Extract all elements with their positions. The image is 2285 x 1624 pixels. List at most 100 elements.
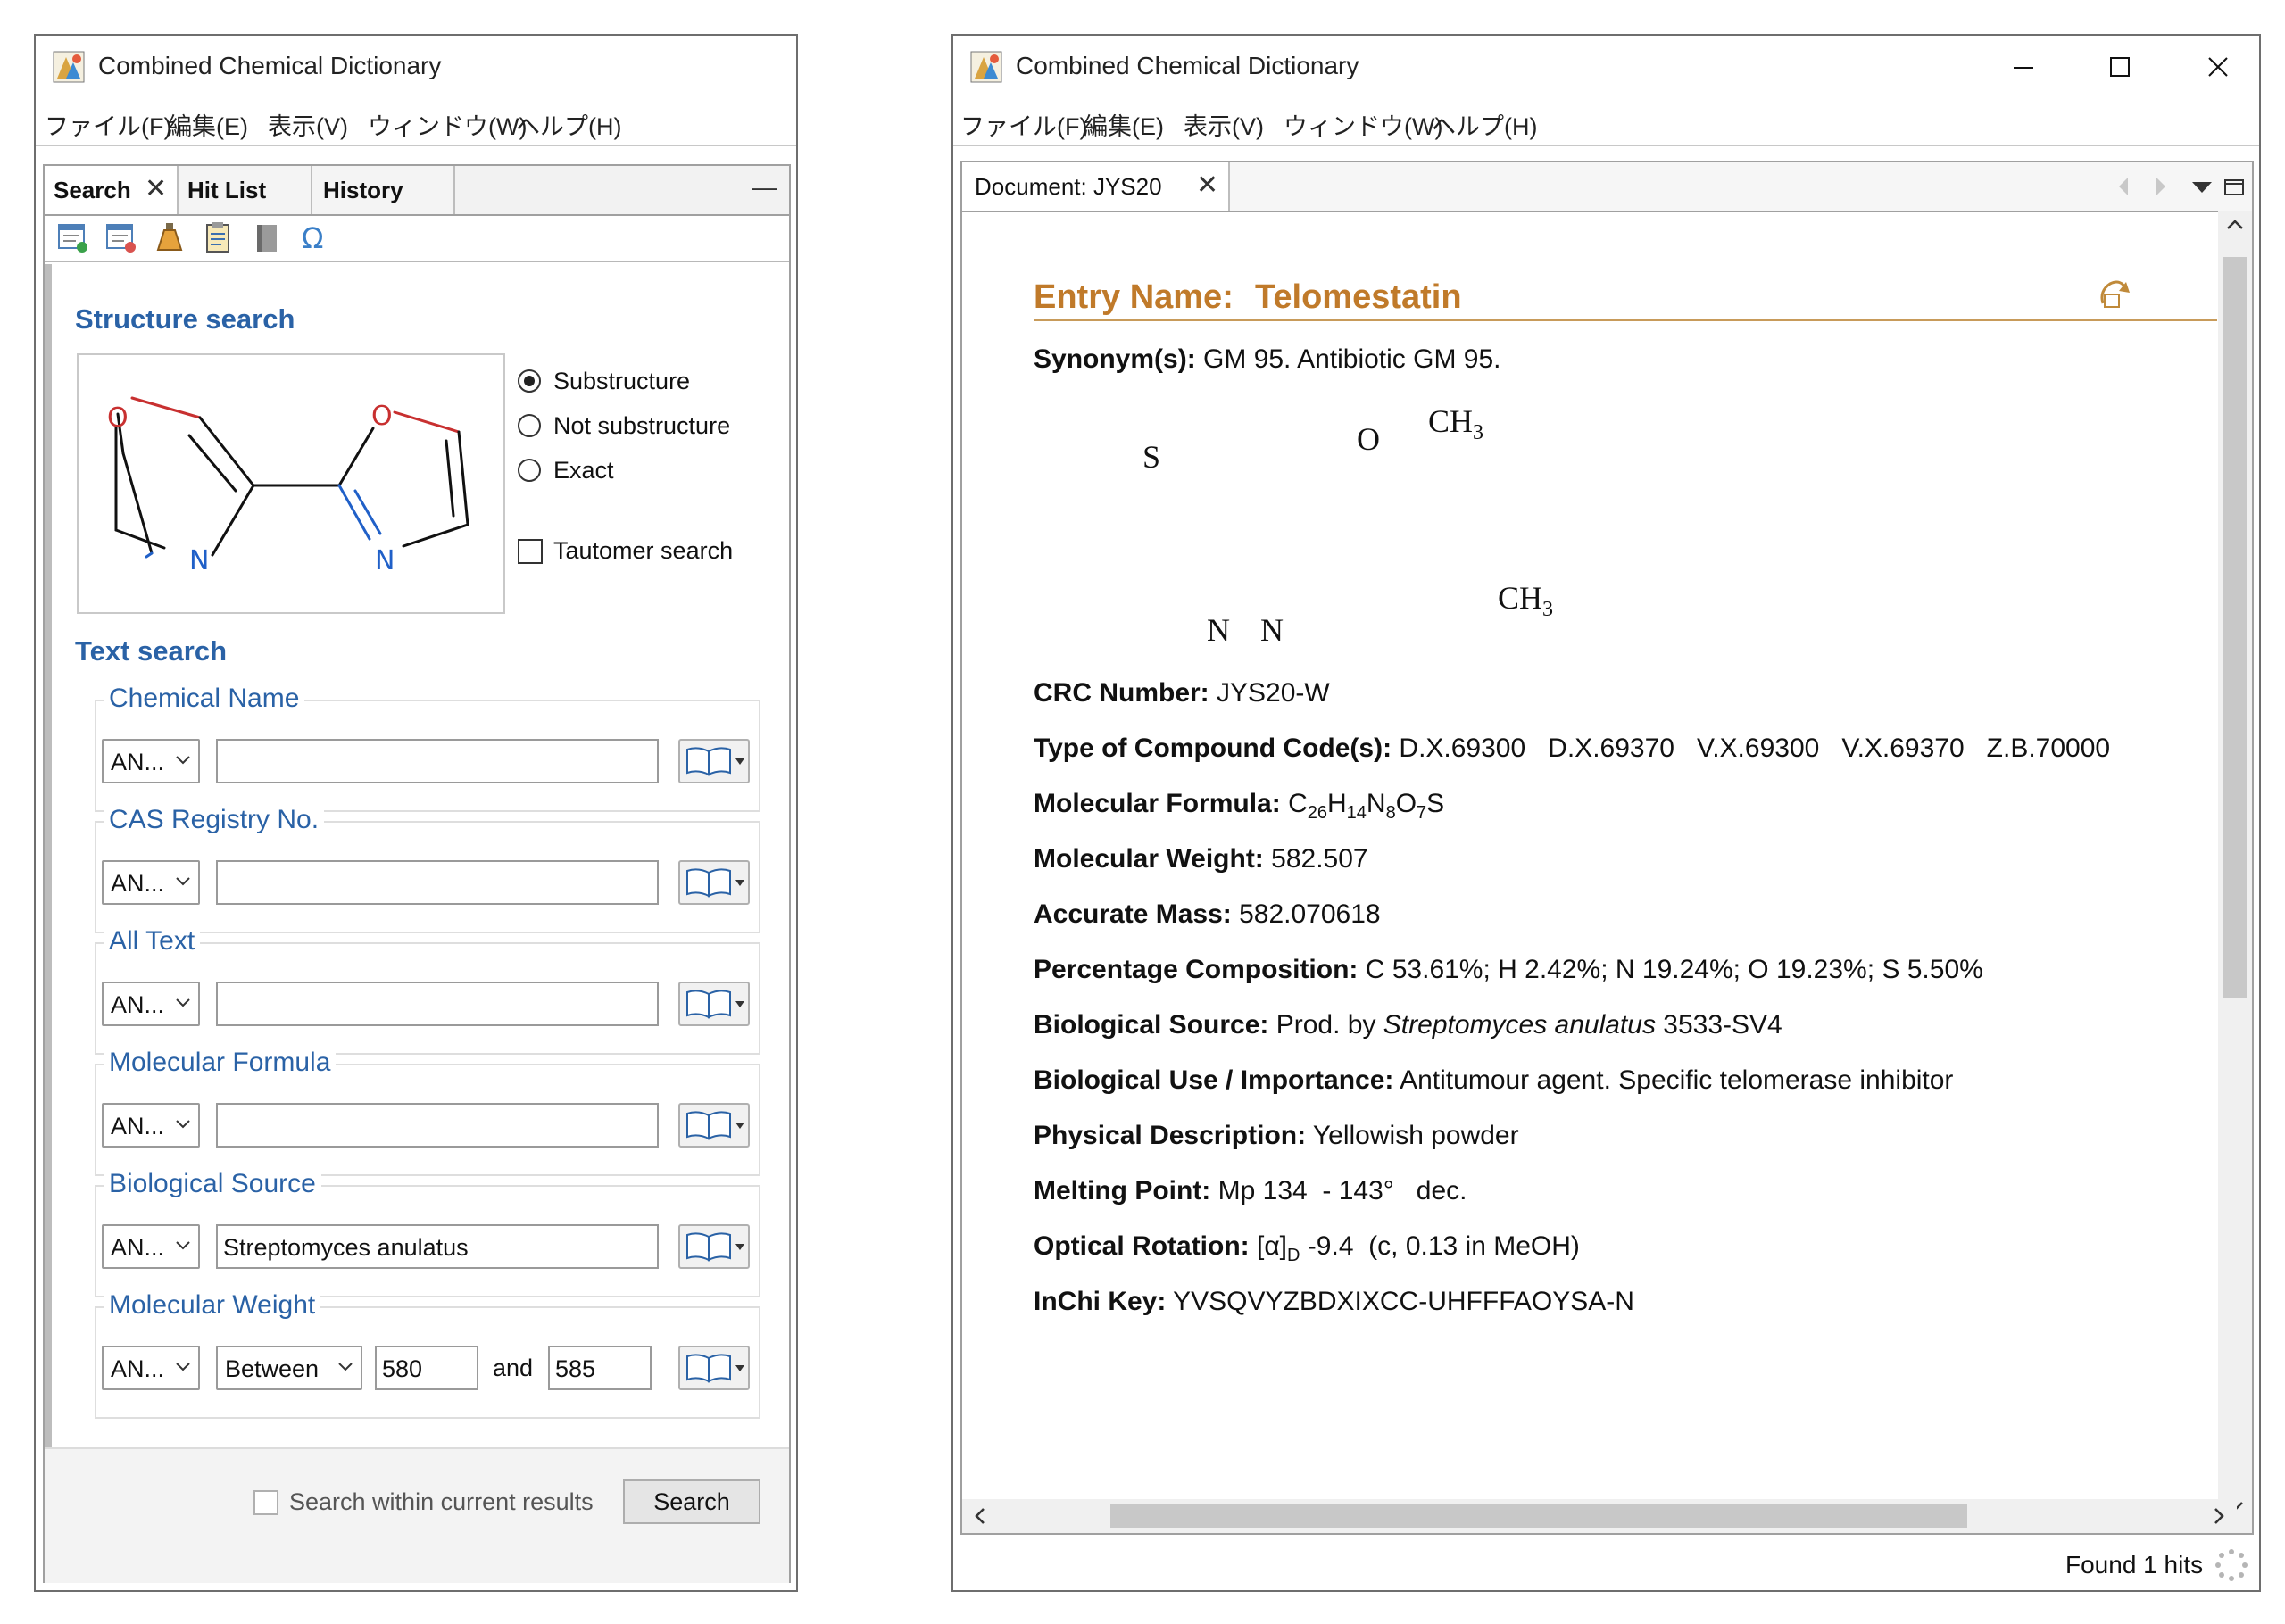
chevron-down-icon — [176, 1241, 190, 1250]
menu-help[interactable]: ヘルプ(H) — [516, 107, 621, 142]
cas-registry-input[interactable] — [216, 860, 659, 905]
weight-to-input[interactable]: 585 — [548, 1346, 652, 1390]
svg-text:Ω: Ω — [302, 221, 323, 255]
biological-source-input[interactable]: Streptomyces anulatus — [216, 1224, 659, 1269]
dictionary-lookup-button[interactable] — [678, 1224, 750, 1269]
operator-select[interactable]: AN... — [102, 1346, 200, 1390]
structure-search-title: Structure search — [75, 303, 295, 335]
atom-o-left: O — [107, 402, 129, 434]
menu-edit[interactable]: 編集(E) — [168, 107, 248, 142]
scroll-right-icon[interactable] — [2210, 1506, 2228, 1526]
field-value: Prod. by — [1275, 1010, 1383, 1040]
svg-text:O: O — [1357, 421, 1380, 457]
operator-value: AN... — [111, 1113, 165, 1139]
chevron-down-icon — [176, 756, 190, 765]
tab-history[interactable]: History — [312, 166, 455, 214]
minimize-view-icon[interactable]: — — [752, 173, 777, 202]
chevron-down-icon — [338, 1363, 353, 1371]
book-icon — [686, 1232, 744, 1262]
vertical-scrollbar[interactable] — [2218, 211, 2252, 1533]
menu-window[interactable]: ウィンドウ(W) — [368, 107, 527, 142]
weight-from-input[interactable]: 580 — [375, 1346, 478, 1390]
within-results-label: Search within current results — [289, 1488, 594, 1515]
dictionary-lookup-button[interactable] — [678, 982, 750, 1026]
field-label: Molecular Formula — [104, 1048, 337, 1078]
biological-use-row: Biological Use / Importance: Antitumour … — [1034, 1065, 1953, 1096]
title-bar[interactable]: Combined Chemical Dictionary — [953, 36, 2259, 98]
edit-search-icon[interactable] — [104, 220, 139, 255]
book-icon — [686, 747, 744, 776]
dictionary-lookup-button[interactable] — [678, 1346, 750, 1390]
forward-arrow-icon[interactable] — [2149, 175, 2171, 198]
chemical-name-input[interactable] — [216, 739, 659, 783]
scrollbar-thumb[interactable] — [1110, 1504, 1967, 1528]
species-name: Streptomyces anulatus — [1383, 1010, 1656, 1040]
menu-window[interactable]: ウィンドウ(W) — [1284, 107, 1442, 142]
maximize-view-icon[interactable] — [2223, 177, 2246, 198]
field-value: D.X.69300 D.X.69370 V.X.69300 V.X.69370 … — [1399, 733, 2111, 763]
scrollbar-thumb[interactable] — [2223, 257, 2247, 998]
chevron-down-icon — [176, 877, 190, 886]
checkbox[interactable] — [518, 539, 543, 564]
menu-help[interactable]: ヘルプ(H) — [1432, 107, 1537, 142]
menu-file[interactable]: ファイル(F) — [960, 107, 1087, 142]
maximize-button[interactable] — [2092, 45, 2146, 89]
dictionary-lookup-button[interactable] — [678, 860, 750, 905]
tab-hit-list[interactable]: Hit List — [179, 166, 312, 214]
menu-view[interactable]: 表示(V) — [1184, 107, 1264, 142]
field-molecular-weight: Molecular Weight AN... Between 580 and 5… — [95, 1290, 760, 1419]
clipboard-icon[interactable] — [200, 220, 236, 255]
operator-select[interactable]: AN... — [102, 1224, 200, 1269]
dictionary-lookup-button[interactable] — [678, 1103, 750, 1148]
new-search-icon[interactable] — [55, 220, 91, 255]
field-key: InChi Key: — [1034, 1287, 1167, 1316]
tab-document[interactable]: Document: JYS20 ✕ — [962, 162, 1230, 211]
back-arrow-icon[interactable] — [2114, 175, 2135, 198]
within-results-checkbox[interactable] — [253, 1490, 278, 1515]
operator-select[interactable]: AN... — [102, 739, 200, 783]
horizontal-scrollbar[interactable] — [962, 1499, 2237, 1533]
molecular-formula-input[interactable] — [216, 1103, 659, 1148]
search-button[interactable]: Search — [623, 1479, 760, 1524]
document-window: Combined Chemical Dictionary ファイル(F) 編集(… — [951, 34, 2261, 1592]
svg-text:S: S — [1142, 439, 1160, 475]
bookmark-icon[interactable] — [248, 220, 284, 255]
range-mode-select[interactable]: Between — [216, 1346, 362, 1390]
menu-file[interactable]: ファイル(F) — [45, 107, 171, 142]
operator-select[interactable]: AN... — [102, 982, 200, 1026]
scroll-left-icon[interactable] — [971, 1506, 989, 1526]
operator-value: AN... — [111, 1234, 165, 1261]
radio-button[interactable] — [518, 459, 541, 482]
operator-select[interactable]: AN... — [102, 1103, 200, 1148]
field-value: Antitumour agent. Specific telomerase in… — [1400, 1065, 1954, 1095]
view-menu-icon[interactable] — [2190, 178, 2214, 196]
field-value: Mp 134 - 143° dec. — [1217, 1176, 1467, 1206]
all-text-input[interactable] — [216, 982, 659, 1026]
field-label: Molecular Weight — [104, 1290, 321, 1321]
radio-button[interactable] — [518, 414, 541, 437]
dictionary-lookup-button[interactable] — [678, 739, 750, 783]
operator-select[interactable]: AN... — [102, 860, 200, 905]
atom-o-right: O — [371, 401, 393, 432]
field-value: YVSQVYZBDXIXCC-UHFFFAOYSA-N — [1173, 1287, 1634, 1316]
title-bar[interactable]: Combined Chemical Dictionary — [36, 36, 796, 98]
field-value: 582.070618 — [1239, 899, 1381, 929]
field-key: Molecular Formula: — [1034, 789, 1281, 818]
menu-view[interactable]: 表示(V) — [268, 107, 348, 142]
chevron-down-icon — [176, 1363, 190, 1371]
close-button[interactable] — [2190, 45, 2244, 89]
menu-edit[interactable]: 編集(E) — [1084, 107, 1164, 142]
close-icon[interactable]: ✕ — [145, 173, 167, 204]
export-structure-icon[interactable] — [2096, 277, 2133, 314]
scroll-up-icon[interactable] — [2225, 216, 2245, 234]
tab-search[interactable]: Search ✕ — [45, 166, 179, 214]
minimize-button[interactable] — [1996, 45, 2049, 89]
field-key: Biological Source: — [1034, 1010, 1269, 1040]
field-label: All Text — [104, 926, 201, 957]
radio-button[interactable] — [518, 369, 541, 393]
flask-icon[interactable] — [152, 220, 187, 255]
close-icon[interactable]: ✕ — [1196, 170, 1218, 201]
structure-editor[interactable]: O N O N — [77, 353, 505, 614]
compound-type-row: Type of Compound Code(s): D.X.69300 D.X.… — [1034, 733, 2110, 764]
omega-icon[interactable]: Ω — [296, 220, 332, 255]
